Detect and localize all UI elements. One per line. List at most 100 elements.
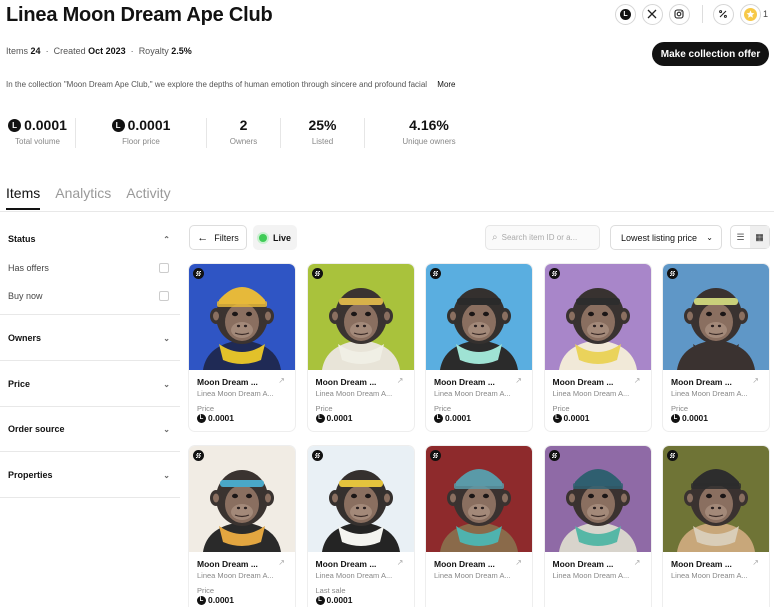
checkbox[interactable] [159,263,169,273]
properties-section[interactable]: Properties ⌄ [0,452,180,498]
sort-dropdown[interactable]: Lowest listing price ⌄ [610,225,722,250]
status-section: Status ⌃ Has offers Buy now [0,224,180,315]
nft-name[interactable]: Moon Dream ... [671,377,741,387]
instagram-icon[interactable] [668,3,690,25]
nft-name[interactable]: Moon Dream ... [316,559,386,569]
linea-coin-icon: L [111,118,125,132]
order-source-header[interactable]: Order source ⌄ [0,414,180,444]
nft-collection: Linea Moon Dream A... [434,571,511,580]
external-link-icon[interactable]: ↗ [634,558,641,567]
stat-label: Total volume [15,137,60,146]
external-link-icon[interactable]: ↗ [634,376,641,385]
filters-label: Filters [214,232,239,243]
price-value: L 0.0001 [197,413,234,423]
tab-activity[interactable]: Activity [126,185,170,210]
price-value: L 0.0001 [552,413,590,423]
nft-name[interactable]: Moon Dream ... [671,559,741,569]
owners-header[interactable]: Owners ⌄ [0,323,180,353]
price-section[interactable]: Price ⌄ [0,361,180,407]
nft-image[interactable] [544,264,651,370]
external-link-icon[interactable]: ↗ [397,558,404,567]
live-label: Live [272,232,291,243]
nft-name[interactable]: Moon Dream ... [316,377,386,387]
nft-name[interactable]: Moon Dream ... [553,559,623,569]
price-label: Price [552,404,570,413]
stat-label: Unique owners [402,137,456,146]
price-label: Last sale [315,586,346,595]
order-source-section[interactable]: Order source ⌄ [0,407,180,452]
checkbox[interactable] [159,291,169,301]
external-link-icon[interactable]: ↗ [397,376,404,385]
tab-items[interactable]: Items [6,185,41,210]
external-link-icon[interactable]: ↗ [515,376,522,385]
stat-value-text: 0.0001 [127,117,171,133]
nft-card[interactable]: Moon Dream ... ↗ Linea Moon Dream A... [426,446,532,607]
grid-view-icon[interactable]: ▦ [750,226,769,248]
nft-name[interactable]: Moon Dream ... [197,559,267,569]
nft-card[interactable]: Moon Dream ... ↗ Linea Moon Dream A... Pric… [189,446,295,607]
properties-header[interactable]: Properties ⌄ [0,460,180,490]
nft-image[interactable] [663,264,769,370]
nft-name[interactable]: Moon Dream ... [434,559,504,569]
nft-image[interactable] [307,446,414,552]
collection-title: Linea Moon Dream Ape Club [6,4,273,26]
status-option-buy-now[interactable]: Buy now [0,282,180,310]
status-header[interactable]: Status ⌃ [0,224,180,254]
price-value: L 0.0001 [434,413,471,423]
stat-value-text: 2 [239,117,248,133]
more-link[interactable]: More [437,80,455,89]
option-label: Buy now [8,291,43,301]
nft-card[interactable]: Moon Dream ... ↗ Linea Moon Dream A... Pric… [307,264,414,431]
stat-value: 2 [240,116,248,134]
linea-icon[interactable]: L [614,3,636,25]
percent-icon[interactable] [712,3,734,25]
sort-label: Lowest listing price [621,232,698,243]
external-link-icon[interactable]: ↗ [278,376,285,385]
view-toggle: ☰ ▦ [730,225,770,249]
external-link-icon[interactable]: ↗ [278,558,285,567]
owners-section[interactable]: Owners ⌄ [0,315,180,361]
external-link-icon[interactable]: ↗ [752,558,759,567]
tab-analytics[interactable]: Analytics [55,185,111,210]
nft-name[interactable]: Moon Dream ... [553,377,623,387]
description-text: In the collection "Moon Dream Ape Club,"… [6,80,428,89]
nft-card[interactable]: Moon Dream ... ↗ Linea Moon Dream A... [544,446,651,607]
status-option-has-offers[interactable]: Has offers [0,254,180,282]
live-toggle[interactable]: Live [253,225,297,250]
nft-image[interactable] [189,446,295,552]
star-icon[interactable] [739,3,761,25]
royalty-label: Royalty [138,46,169,56]
nft-card[interactable]: Moon Dream ... ↗ Linea Moon Dream A... Pric… [189,264,295,431]
nft-image[interactable] [426,446,532,552]
nft-name[interactable]: Moon Dream ... [197,377,267,387]
nft-image[interactable] [189,264,295,370]
nft-image[interactable] [307,264,414,370]
nft-card[interactable]: Moon Dream ... ↗ Linea Moon Dream A... [663,446,769,607]
arrow-left-icon: ← [197,231,209,244]
x-twitter-icon[interactable] [641,3,663,25]
external-link-icon[interactable]: ↗ [752,376,759,385]
marketplace-badge-icon [430,450,441,461]
make-collection-offer-button[interactable]: Make collection offer [652,42,769,66]
nft-image[interactable] [663,446,769,552]
marketplace-badge-icon [548,268,560,279]
nft-collection: Linea Moon Dream A... [434,389,511,398]
nft-name[interactable]: Moon Dream ... [434,377,504,387]
price-header[interactable]: Price ⌄ [0,369,180,399]
nft-card[interactable]: Moon Dream ... ↗ Linea Moon Dream A... Pric… [544,264,651,431]
chevron-down-icon: ⌄ [163,470,170,480]
stat-label: Floor price [122,137,160,146]
filters-button[interactable]: ← Filters [189,225,247,250]
nft-image[interactable] [426,264,532,370]
nft-image[interactable] [544,446,651,552]
list-view-icon[interactable]: ☰ [731,226,750,248]
item-search-input[interactable]: ⌕ Search item ID or a... [485,225,600,250]
stats-bar: L 0.0001 Total volume L 0.0001 Floor price 2 Ow… [0,116,493,154]
nft-card[interactable]: Moon Dream ... ↗ Linea Moon Dream A... Pric… [426,264,532,431]
stat-value: L 0.0001 [8,116,67,134]
nft-card[interactable]: Moon Dream ... ↗ Linea Moon Dream A... Pric… [663,264,769,431]
nft-card[interactable]: Moon Dream ... ↗ Linea Moon Dream A... Last… [307,446,414,607]
meta-sep: · [43,46,52,56]
chevron-up-icon: ⌃ [163,234,170,244]
external-link-icon[interactable]: ↗ [515,558,522,567]
